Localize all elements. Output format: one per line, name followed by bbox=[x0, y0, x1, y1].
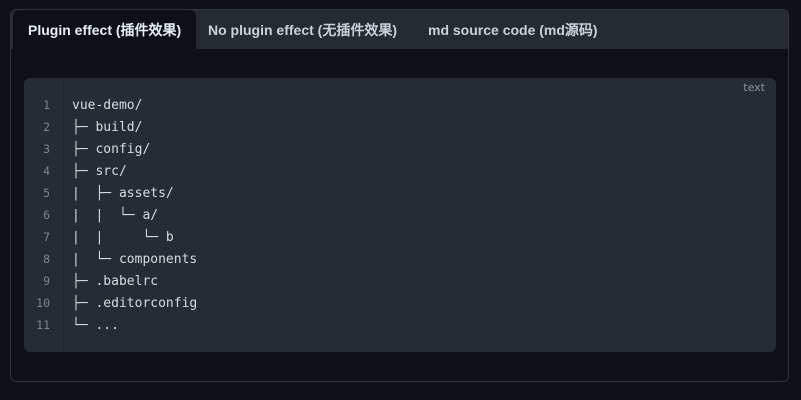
line-text: | | └─ b bbox=[72, 230, 174, 245]
code-line: 5 | ├─ assets/ bbox=[24, 182, 197, 204]
tab-plugin-effect[interactable]: Plugin effect (插件效果) bbox=[13, 10, 197, 50]
line-text: | ├─ assets/ bbox=[72, 186, 174, 201]
line-number: 5 bbox=[43, 186, 50, 200]
line-number: 1 bbox=[43, 98, 50, 112]
code-line: 7 | | └─ b bbox=[24, 226, 197, 248]
line-number: 4 bbox=[43, 164, 50, 178]
tab-no-plugin-effect[interactable]: No plugin effect (无插件效果) bbox=[208, 10, 397, 49]
line-text: | | └─ a/ bbox=[72, 208, 159, 223]
line-text: | └─ components bbox=[72, 252, 198, 267]
line-text: ├─ config/ bbox=[72, 142, 151, 157]
code-language-label: text bbox=[743, 81, 765, 94]
line-number: 9 bbox=[43, 274, 50, 288]
code-line: 11 └─ ... bbox=[24, 314, 197, 336]
line-text: ├─ build/ bbox=[72, 120, 143, 135]
line-number: 7 bbox=[43, 230, 50, 244]
code-line: 3 ├─ config/ bbox=[24, 138, 197, 160]
code-block: text 1 vue-demo/ 2 ├─ build/ 3 ├─ config/ 4… bbox=[24, 78, 776, 352]
code-line: 8 | └─ components bbox=[24, 248, 197, 270]
line-text: └─ ... bbox=[72, 318, 119, 333]
code-line: 1 vue-demo/ bbox=[24, 94, 197, 116]
code-lines: 1 vue-demo/ 2 ├─ build/ 3 ├─ config/ 4 ├─ sr… bbox=[24, 94, 197, 336]
code-line: 2 ├─ build/ bbox=[24, 116, 197, 138]
code-line: 10 ├─ .editorconfig bbox=[24, 292, 197, 314]
line-number: 2 bbox=[43, 120, 50, 134]
code-line: 9 ├─ .babelrc bbox=[24, 270, 197, 292]
line-number: 10 bbox=[36, 296, 50, 310]
line-number: 8 bbox=[43, 252, 50, 266]
line-text: ├─ .babelrc bbox=[72, 274, 159, 289]
line-text: ├─ .editorconfig bbox=[72, 296, 198, 311]
line-number: 3 bbox=[43, 142, 50, 156]
tab-md-source-code[interactable]: md source code (md源码) bbox=[428, 10, 598, 49]
line-number: 11 bbox=[36, 318, 50, 332]
line-text: vue-demo/ bbox=[72, 98, 143, 113]
code-line: 4 ├─ src/ bbox=[24, 160, 197, 182]
line-text: ├─ src/ bbox=[72, 164, 127, 179]
line-number: 6 bbox=[43, 208, 50, 222]
code-line: 6 | | └─ a/ bbox=[24, 204, 197, 226]
code-tabs-panel: Plugin effect (插件效果) No plugin effect (无… bbox=[10, 9, 789, 382]
tab-bar: Plugin effect (插件效果) No plugin effect (无… bbox=[11, 10, 788, 50]
